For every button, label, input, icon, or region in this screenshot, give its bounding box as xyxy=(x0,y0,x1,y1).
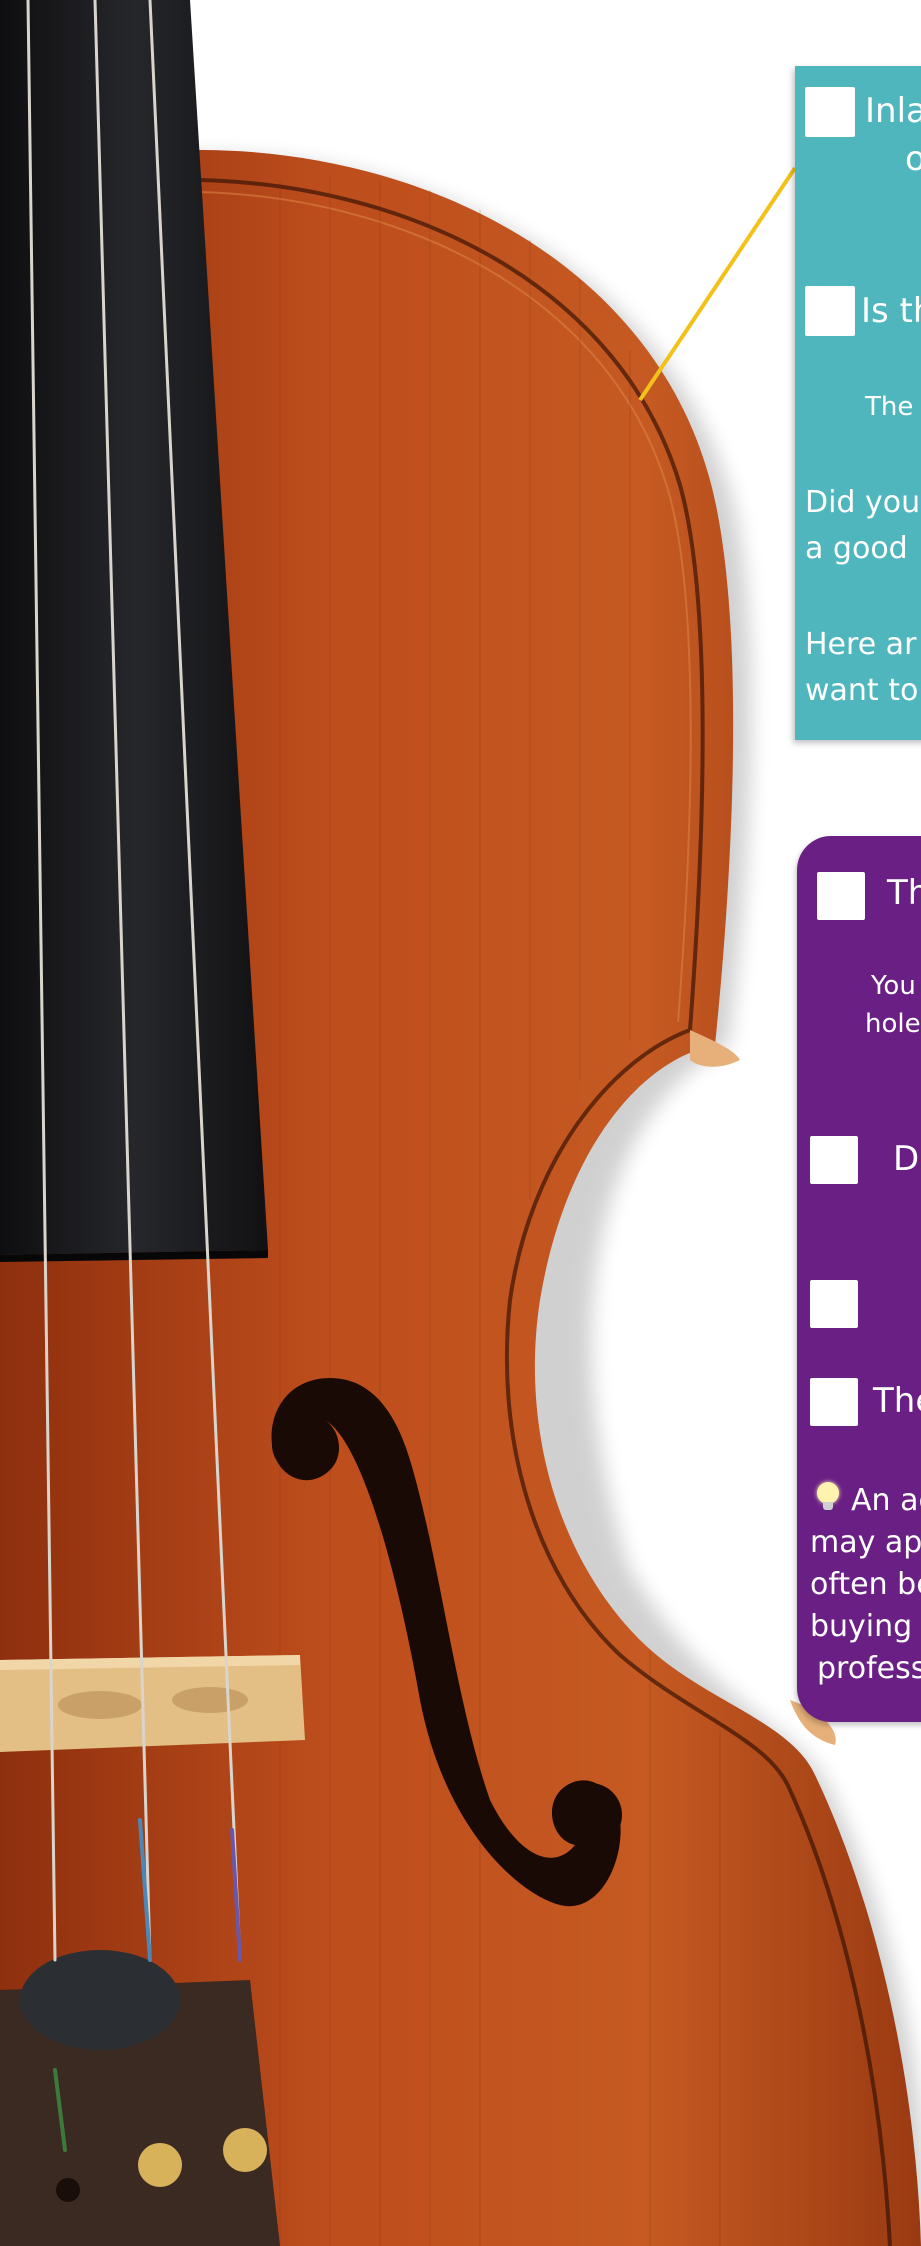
checklist-item-note: You xyxy=(871,971,916,1001)
checklist-item-text: Th xyxy=(887,873,921,913)
checklist-item-text: Inla xyxy=(865,91,921,131)
checklist-item-note: The xyxy=(865,392,914,422)
tip-text: buying a xyxy=(810,1609,921,1644)
checkbox[interactable] xyxy=(810,1378,858,1426)
checkbox[interactable] xyxy=(805,286,855,336)
checklist-item-note: hole xyxy=(865,1009,921,1039)
checkbox[interactable] xyxy=(817,872,865,920)
violin-photo xyxy=(0,0,921,2246)
checklist-item-text: o xyxy=(905,139,921,179)
leader-line xyxy=(638,166,797,402)
checklist-item-text: Is th xyxy=(861,291,921,331)
checklist-item-text: De xyxy=(893,1139,921,1179)
tip-text: may app xyxy=(810,1525,921,1560)
checklist-item-text: The xyxy=(873,1381,921,1421)
info-paragraph: Did you xyxy=(805,485,921,520)
lightbulb-icon xyxy=(817,1482,839,1510)
tip-text: An ac xyxy=(851,1483,921,1518)
info-paragraph: Here ar xyxy=(805,627,917,662)
info-paragraph: a good xyxy=(805,531,908,566)
checkbox[interactable] xyxy=(810,1136,858,1184)
tip-text: often be xyxy=(810,1567,921,1602)
checklist-panel-purple: Th You hole De The An ac may app often b… xyxy=(797,836,921,1722)
tip-text: professi xyxy=(817,1651,921,1686)
checklist-panel-teal: Inla o Is th The Did you a good Here ar … xyxy=(795,66,921,740)
info-paragraph: want to xyxy=(805,673,919,708)
checkbox[interactable] xyxy=(810,1280,858,1328)
checkbox[interactable] xyxy=(805,87,855,137)
